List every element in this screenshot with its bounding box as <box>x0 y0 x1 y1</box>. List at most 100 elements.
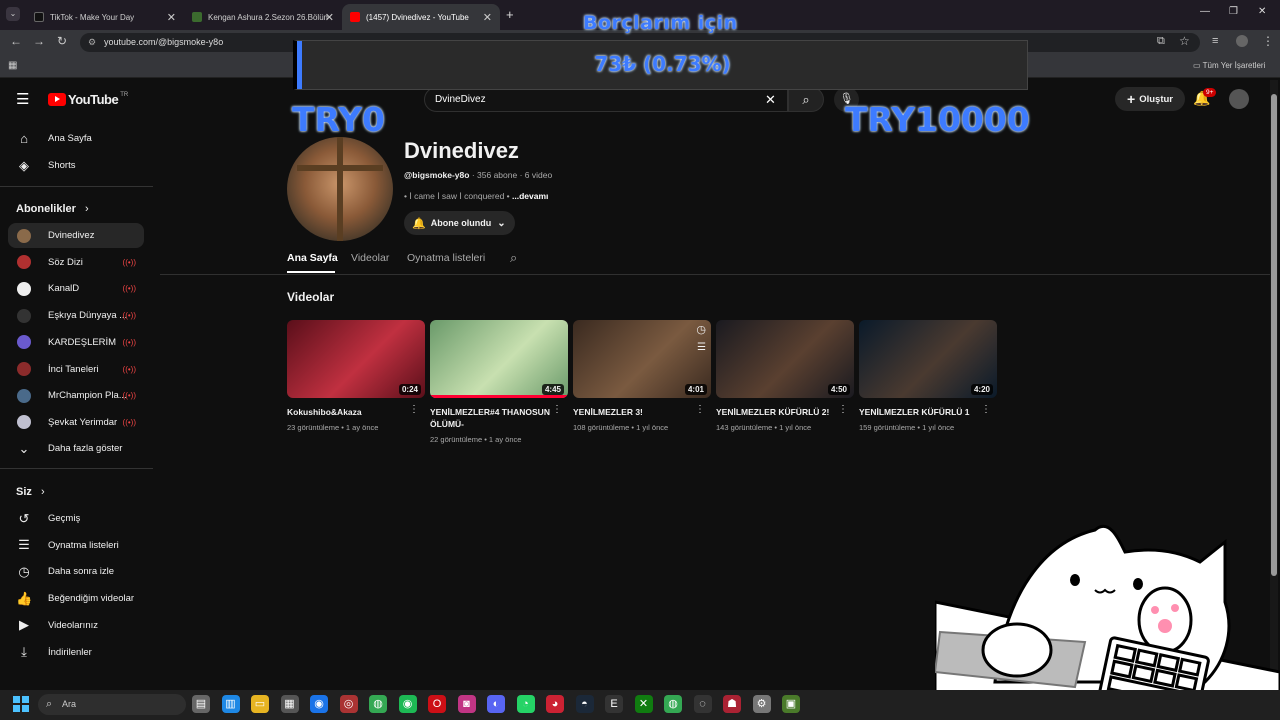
tab-home[interactable]: Ana Sayfa <box>287 252 338 264</box>
browser-menu-icon[interactable]: ⋮ <box>1262 34 1274 48</box>
tab-playlists[interactable]: Oynatma listeleri <box>407 252 485 264</box>
tab-tiktok[interactable]: TikTok - Make Your Day ✕ <box>26 4 184 30</box>
search-button[interactable]: ⌕ <box>788 87 824 112</box>
video-title[interactable]: YENİLMEZLER KÜFÜRLÜ 1 <box>859 406 979 418</box>
profile-avatar[interactable] <box>1236 35 1248 47</box>
bookmark-star-icon[interactable]: ☆ <box>1179 34 1190 48</box>
taskbar-search[interactable]: ⌕ Ara <box>38 694 186 715</box>
video-thumbnail[interactable]: 4:01 ◷ ☰ <box>573 320 711 398</box>
whatsapp-icon[interactable]: ◔ <box>516 695 535 713</box>
sidebar-show-more[interactable]: ⌄ Daha fazla göster <box>8 436 144 461</box>
create-button[interactable]: + Oluştur <box>1115 87 1185 111</box>
store-icon[interactable]: ▦ <box>280 695 299 713</box>
sidebar-you-item[interactable]: 👍 Beğendiğim videolar <box>8 586 144 611</box>
sidebar-subscription-item[interactable]: MrChampion Pla... ((•)) <box>8 383 144 408</box>
opera-icon[interactable]: O <box>428 695 446 713</box>
app2-icon[interactable]: ◕ <box>546 695 564 713</box>
sidebar-item-shorts[interactable]: ◈ Shorts <box>8 153 144 178</box>
more-options-icon[interactable]: ⋮ <box>552 404 562 415</box>
more-options-icon[interactable]: ⋮ <box>409 404 419 415</box>
sidebar-subscription-item[interactable]: Söz Dizi ((•)) <box>8 250 144 275</box>
notes-icon[interactable]: ▥ <box>221 695 240 713</box>
video-title[interactable]: Kokushibo&Akaza <box>287 406 407 418</box>
spotify-icon[interactable]: ◉ <box>398 695 417 713</box>
instagram-icon[interactable]: ◙ <box>457 695 476 713</box>
video-title[interactable]: YENİLMEZLER 3! <box>573 406 693 418</box>
sidebar-you-item[interactable]: ↺ Geçmiş <box>8 506 144 531</box>
game-icon[interactable]: ☗ <box>723 695 741 713</box>
tab-youtube[interactable]: (1457) Dvinedivez - YouTube ✕ <box>342 4 500 30</box>
sidebar-subscription-item[interactable]: İnci Taneleri ((•)) <box>8 357 144 382</box>
hamburger-menu-icon[interactable]: ☰ <box>16 90 29 108</box>
reading-list-icon[interactable]: ≡ <box>1212 35 1218 47</box>
all-bookmarks[interactable]: ▭ Tüm Yer İşaretleri <box>1193 61 1265 70</box>
xbox-icon[interactable]: ✕ <box>634 695 653 713</box>
site-info-icon[interactable]: ⚙ <box>88 33 96 52</box>
restore-icon[interactable]: ❐ <box>1229 6 1238 17</box>
sidebar-you-item[interactable]: ⤓ İndirilenler <box>8 640 144 665</box>
video-card[interactable]: 4:50 YENİLMEZLER KÜFÜRLÜ 2! 143 görüntülem… <box>716 320 854 432</box>
minimize-icon[interactable]: — <box>1200 6 1210 17</box>
video-thumbnail[interactable]: 4:45 <box>430 320 568 398</box>
video-title[interactable]: YENİLMEZLER#4 THANOSUN ÖLÜMÜ- <box>430 406 550 430</box>
sidebar-subscription-item[interactable]: Şevkat Yerimdar ((•)) <box>8 410 144 435</box>
windows-start-icon[interactable] <box>13 696 29 712</box>
video-thumbnail[interactable]: 0:24 <box>287 320 425 398</box>
new-tab-button[interactable]: + <box>506 7 514 22</box>
video-card[interactable]: 4:01 ◷ ☰ YENİLMEZLER 3! 108 görüntüleme • 1 … <box>573 320 711 432</box>
add-to-queue-icon[interactable]: ☰ <box>697 342 706 353</box>
sidebar-you-item[interactable]: ▶ Videolarınız <box>8 613 144 638</box>
back-icon[interactable]: ← <box>10 34 22 48</box>
notifications-button[interactable]: 🔔 9+ <box>1193 88 1217 107</box>
steam-icon[interactable]: ◓ <box>575 695 594 713</box>
sidebar-subscription-item[interactable]: Eşkıya Dünyaya ... ((•)) <box>8 303 144 328</box>
apps-grid-icon[interactable]: ▦ <box>8 60 17 71</box>
epic-icon[interactable]: E <box>605 695 623 713</box>
search-input[interactable]: DvineDivez ✕ <box>424 87 788 112</box>
app-icon[interactable]: ◎ <box>339 695 358 713</box>
close-tab-icon[interactable]: ✕ <box>483 11 492 24</box>
chrome2-icon[interactable]: ◍ <box>664 695 682 713</box>
video-card[interactable]: 4:20 YENİLMEZLER KÜFÜRLÜ 1 159 görüntüleme… <box>859 320 997 432</box>
settings-icon[interactable]: ⚙ <box>752 695 771 713</box>
video-thumbnail[interactable]: 4:50 <box>716 320 854 398</box>
video-thumbnail[interactable]: 4:20 <box>859 320 997 398</box>
scrollbar-thumb[interactable] <box>1271 94 1277 576</box>
tab-search-button[interactable]: ⌄ <box>6 7 20 21</box>
channel-description[interactable]: • İ came İ saw İ conquered • ...devamı <box>404 191 548 201</box>
more-options-icon[interactable]: ⋮ <box>838 404 848 415</box>
video-card[interactable]: 0:24 Kokushibo&Akaza 23 görüntüleme • 1 ay… <box>287 320 425 432</box>
subscriptions-heading[interactable]: Abonelikler › <box>16 203 89 215</box>
sidebar-subscription-item[interactable]: Dvinedivez <box>8 223 144 248</box>
sidebar-subscription-item[interactable]: KanalD ((•)) <box>8 276 144 301</box>
sidebar-you-item[interactable]: ☰ Oynatma listeleri <box>8 533 144 558</box>
youtube-logo[interactable]: YouTube TR <box>48 92 128 107</box>
install-app-icon[interactable]: ⧉ <box>1157 35 1165 48</box>
tab-kengan-ashura[interactable]: Kengan Ashura 2.Sezon 26.Bölüm ✕ <box>184 4 342 30</box>
reload-icon[interactable]: ↻ <box>57 34 67 48</box>
you-heading[interactable]: Siz › <box>16 486 45 498</box>
channel-search-icon[interactable]: ⌕ <box>510 250 517 266</box>
close-tab-icon[interactable]: ✕ <box>325 11 334 24</box>
video-card[interactable]: 4:45 YENİLMEZLER#4 THANOSUN ÖLÜMÜ- 22 görü… <box>430 320 568 444</box>
forward-icon[interactable]: → <box>33 34 45 48</box>
obs-icon[interactable]: ◌ <box>693 695 712 713</box>
more-link[interactable]: ...devamı <box>512 191 548 201</box>
minecraft-icon[interactable]: ▣ <box>782 695 800 713</box>
chrome-icon[interactable]: ◍ <box>369 695 387 713</box>
close-window-icon[interactable]: ✕ <box>1258 6 1266 17</box>
video-title[interactable]: YENİLMEZLER KÜFÜRLÜ 2! <box>716 406 836 418</box>
edge-icon[interactable]: ◉ <box>310 695 328 713</box>
discord-icon[interactable]: ◐ <box>487 695 505 713</box>
subscribed-button[interactable]: 🔔 Abone olundu ⌄ <box>404 211 515 235</box>
more-options-icon[interactable]: ⋮ <box>695 404 705 415</box>
sidebar-you-item[interactable]: ◷ Daha sonra izle <box>8 559 144 584</box>
sidebar-item-home[interactable]: ⌂ Ana Sayfa <box>8 126 144 151</box>
account-avatar[interactable] <box>1229 89 1249 109</box>
more-options-icon[interactable]: ⋮ <box>981 404 991 415</box>
watch-later-icon[interactable]: ◷ <box>696 323 706 336</box>
tab-videos[interactable]: Videolar <box>351 252 389 264</box>
file-icon[interactable]: ▤ <box>192 695 210 713</box>
clear-search-icon[interactable]: ✕ <box>765 92 776 108</box>
close-tab-icon[interactable]: ✕ <box>167 11 176 24</box>
